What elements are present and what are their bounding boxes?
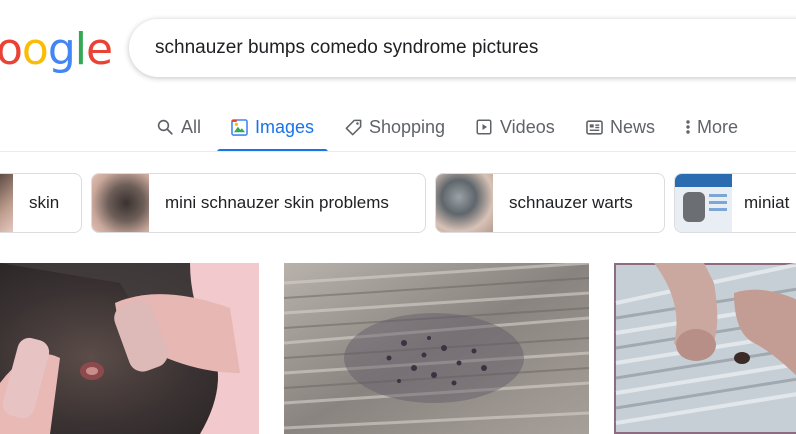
tab-more[interactable]: More: [683, 104, 738, 150]
search-tabs: All Images Shopping Videos News More: [0, 104, 796, 152]
image-result[interactable]: [614, 263, 796, 434]
chip-schnauzer-warts[interactable]: schnauzer warts: [435, 173, 665, 233]
logo-letter: e: [86, 24, 113, 75]
search-box[interactable]: [129, 19, 796, 77]
tab-label: News: [610, 116, 656, 137]
logo-letter: o: [0, 24, 23, 75]
chip-label: mini schnauzer skin problems: [165, 193, 389, 212]
chip-thumbnail: [675, 174, 732, 232]
chip-thumbnail: [92, 174, 149, 232]
tab-label: Videos: [500, 116, 555, 137]
tab-label: All: [181, 116, 202, 137]
tab-all[interactable]: All: [155, 104, 201, 150]
tab-images[interactable]: Images: [216, 104, 329, 152]
tab-shopping[interactable]: Shopping: [343, 104, 445, 150]
chip-miniature[interactable]: miniat: [674, 173, 796, 233]
chip-label: schnauzer warts: [509, 193, 633, 212]
newspaper-icon: [584, 117, 604, 137]
tabs-divider: [0, 151, 796, 152]
tab-label: Shopping: [369, 116, 446, 137]
tab-news[interactable]: News: [584, 104, 655, 150]
play-icon: [474, 117, 494, 137]
result-image: [0, 263, 259, 434]
logo-letter: o: [21, 24, 49, 75]
search-input[interactable]: [155, 19, 795, 77]
image-result[interactable]: [0, 263, 259, 434]
chip-skin[interactable]: skin: [0, 173, 82, 233]
logo-letter: l: [74, 24, 87, 75]
logo-letter: g: [47, 24, 76, 75]
search-icon: [155, 117, 175, 137]
image-result[interactable]: [284, 263, 589, 434]
chip-thumbnail: [0, 174, 13, 232]
chip-mini-schnauzer-skin-problems[interactable]: mini schnauzer skin problems: [91, 173, 426, 233]
more-vert-icon: [683, 117, 693, 137]
tab-label: Images: [255, 116, 315, 137]
chip-label: skin: [29, 193, 60, 212]
image-icon: [229, 117, 249, 137]
result-image: [284, 263, 589, 434]
tab-label: More: [697, 116, 739, 137]
result-image: [614, 263, 796, 434]
tab-videos[interactable]: Videos: [474, 104, 555, 150]
chip-label: miniat: [744, 193, 790, 212]
tag-icon: [343, 117, 363, 137]
chip-thumbnail: [436, 174, 493, 232]
google-logo[interactable]: oogle: [0, 22, 113, 78]
